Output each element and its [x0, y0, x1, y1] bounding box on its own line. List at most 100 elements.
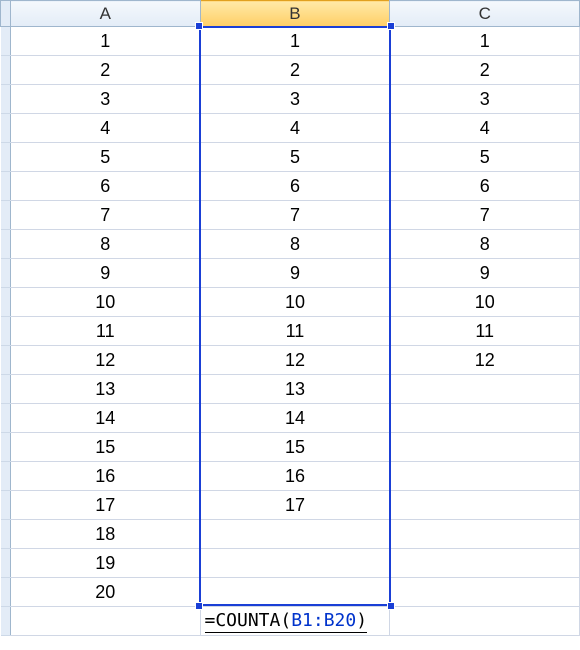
row-gutter[interactable]	[1, 462, 11, 491]
row-gutter[interactable]	[1, 288, 11, 317]
row-gutter[interactable]	[1, 201, 11, 230]
cell-A9[interactable]: 9	[10, 259, 200, 288]
row-gutter[interactable]	[1, 172, 11, 201]
cell-A7[interactable]: 7	[10, 201, 200, 230]
cell-C7[interactable]: 7	[390, 201, 580, 230]
cell-B20[interactable]	[200, 578, 390, 607]
cell-A15[interactable]: 15	[10, 433, 200, 462]
row-gutter[interactable]	[1, 346, 11, 375]
cell-B16[interactable]: 16	[200, 462, 390, 491]
row-gutter[interactable]	[1, 317, 11, 346]
cell-B1[interactable]: 1	[200, 27, 390, 56]
cell-C11[interactable]: 11	[390, 317, 580, 346]
row-gutter[interactable]	[1, 549, 11, 578]
column-header-A[interactable]: A	[10, 1, 200, 27]
cell-C16[interactable]	[390, 462, 580, 491]
column-header-C[interactable]: C	[390, 1, 580, 27]
cell-B12[interactable]: 12	[200, 346, 390, 375]
cell-A20[interactable]: 20	[10, 578, 200, 607]
corner-gutter[interactable]	[1, 1, 11, 27]
cell-B8[interactable]: 8	[200, 230, 390, 259]
row-gutter[interactable]	[1, 491, 11, 520]
cell-A21[interactable]	[10, 607, 200, 636]
row-gutter[interactable]	[1, 433, 11, 462]
cell-B15[interactable]: 15	[200, 433, 390, 462]
cell-C12[interactable]: 12	[390, 346, 580, 375]
row-gutter[interactable]	[1, 143, 11, 172]
cell-A3[interactable]: 3	[10, 85, 200, 114]
row-gutter[interactable]	[1, 230, 11, 259]
cell-C9[interactable]: 9	[390, 259, 580, 288]
row-gutter[interactable]	[1, 85, 11, 114]
selection-handle-bottom-right[interactable]	[387, 602, 395, 610]
cell-C1[interactable]: 1	[390, 27, 580, 56]
selection-handle-top-left[interactable]	[195, 22, 203, 30]
cell-A2[interactable]: 2	[10, 56, 200, 85]
cell-C10[interactable]: 10	[390, 288, 580, 317]
cell-A5[interactable]: 5	[10, 143, 200, 172]
cell-B2[interactable]: 2	[200, 56, 390, 85]
cell-B3[interactable]: 3	[200, 85, 390, 114]
cell-A19[interactable]: 19	[10, 549, 200, 578]
row-gutter[interactable]	[1, 259, 11, 288]
row-gutter[interactable]	[1, 114, 11, 143]
cell-C13[interactable]	[390, 375, 580, 404]
cell-A14[interactable]: 14	[10, 404, 200, 433]
column-header-B[interactable]: B	[200, 1, 390, 27]
table-row: 111111	[1, 317, 580, 346]
row-gutter[interactable]	[1, 578, 11, 607]
cell-C5[interactable]: 5	[390, 143, 580, 172]
cell-A8[interactable]: 8	[10, 230, 200, 259]
cell-B18[interactable]	[200, 520, 390, 549]
spreadsheet-container: A B C 111 222 333 444 555 666 777 888 99…	[0, 0, 580, 636]
row-gutter[interactable]	[1, 607, 11, 636]
row-gutter[interactable]	[1, 404, 11, 433]
row-gutter[interactable]	[1, 375, 11, 404]
cell-C17[interactable]	[390, 491, 580, 520]
row-gutter[interactable]	[1, 56, 11, 85]
cell-C14[interactable]	[390, 404, 580, 433]
cell-B11[interactable]: 11	[200, 317, 390, 346]
cell-C19[interactable]	[390, 549, 580, 578]
cell-B14[interactable]: 14	[200, 404, 390, 433]
spreadsheet-grid: A B C 111 222 333 444 555 666 777 888 99…	[0, 0, 580, 636]
selection-handle-bottom-left[interactable]	[195, 602, 203, 610]
table-row: 999	[1, 259, 580, 288]
cell-B9[interactable]: 9	[200, 259, 390, 288]
cell-A12[interactable]: 12	[10, 346, 200, 375]
cell-C21[interactable]	[390, 607, 580, 636]
cell-A17[interactable]: 17	[10, 491, 200, 520]
cell-B7[interactable]: 7	[200, 201, 390, 230]
cell-C3[interactable]: 3	[390, 85, 580, 114]
cell-C8[interactable]: 8	[390, 230, 580, 259]
selection-handle-top-right[interactable]	[387, 22, 395, 30]
cell-B5[interactable]: 5	[200, 143, 390, 172]
cell-B10[interactable]: 10	[200, 288, 390, 317]
table-row: 222	[1, 56, 580, 85]
cell-A11[interactable]: 11	[10, 317, 200, 346]
table-row: 1717	[1, 491, 580, 520]
cell-A13[interactable]: 13	[10, 375, 200, 404]
row-gutter[interactable]	[1, 27, 11, 56]
cell-C6[interactable]: 6	[390, 172, 580, 201]
cell-B17[interactable]: 17	[200, 491, 390, 520]
cell-C2[interactable]: 2	[390, 56, 580, 85]
cell-B13[interactable]: 13	[200, 375, 390, 404]
row-gutter[interactable]	[1, 520, 11, 549]
cell-C20[interactable]	[390, 578, 580, 607]
cell-A1[interactable]: 1	[10, 27, 200, 56]
cell-A18[interactable]: 18	[10, 520, 200, 549]
cell-B4[interactable]: 4	[200, 114, 390, 143]
formula-reference: B1:B20	[291, 610, 356, 631]
table-row: 19	[1, 549, 580, 578]
cell-B21-formula[interactable]: =COUNTA(B1:B20)	[200, 607, 390, 636]
cell-C4[interactable]: 4	[390, 114, 580, 143]
cell-A16[interactable]: 16	[10, 462, 200, 491]
cell-B19[interactable]	[200, 549, 390, 578]
cell-A10[interactable]: 10	[10, 288, 200, 317]
cell-B6[interactable]: 6	[200, 172, 390, 201]
cell-A6[interactable]: 6	[10, 172, 200, 201]
cell-A4[interactable]: 4	[10, 114, 200, 143]
cell-C18[interactable]	[390, 520, 580, 549]
cell-C15[interactable]	[390, 433, 580, 462]
